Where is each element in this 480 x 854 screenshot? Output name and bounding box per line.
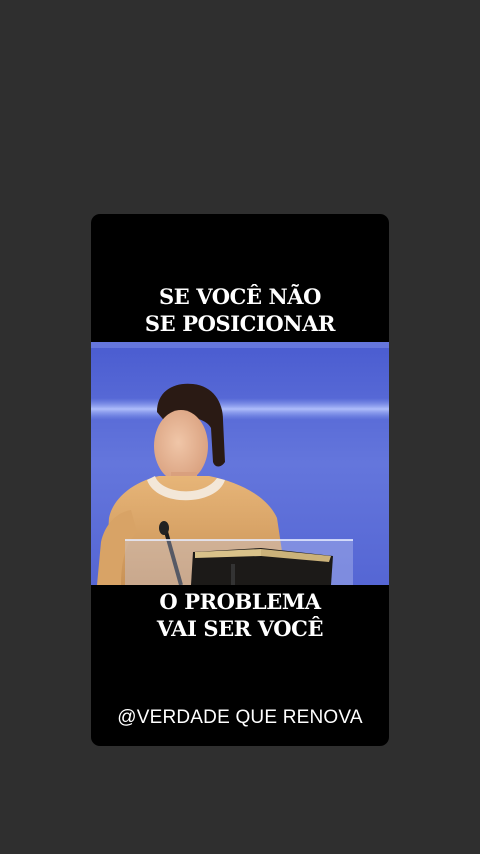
bottom-caption-line-2: VAI SER VOCÊ <box>156 616 324 641</box>
top-caption-line-2: SE POSICIONAR <box>144 311 336 336</box>
bottom-caption-line-1: O PROBLEMA <box>159 589 321 614</box>
bottom-caption: O PROBLEMA VAI SER VOCÊ <box>91 588 389 642</box>
video-frame[interactable] <box>91 342 389 585</box>
screen: SE VOCÊ NÃO SE POSICIONAR O PROBLEMA VAI… <box>0 0 480 854</box>
top-caption: SE VOCÊ NÃO SE POSICIONAR <box>91 283 389 337</box>
account-handle: @VERDADE QUE RENOVA <box>117 707 363 728</box>
speaker-image <box>91 342 389 585</box>
video-post-card[interactable]: SE VOCÊ NÃO SE POSICIONAR O PROBLEMA VAI… <box>91 214 389 746</box>
top-caption-line-1: SE VOCÊ NÃO <box>158 284 322 309</box>
